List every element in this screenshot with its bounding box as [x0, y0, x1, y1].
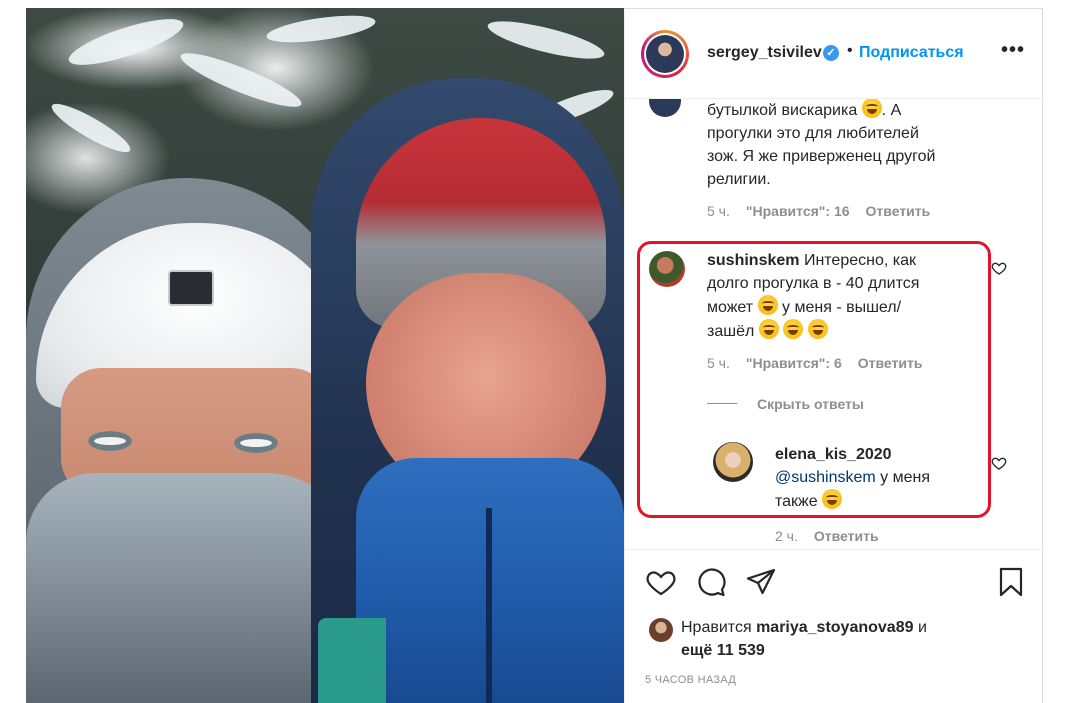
laughing-emoji-icon — [783, 319, 804, 339]
laughing-emoji-icon — [861, 99, 882, 118]
reply-button[interactable]: Ответить — [858, 355, 923, 371]
divider-line — [707, 403, 737, 404]
mention-link[interactable]: @sushinskem — [775, 469, 876, 486]
post-actions: Нравится mariya_stoyanova89 и ещё 11 539… — [625, 549, 1044, 703]
hat-logo — [168, 270, 214, 306]
comment-line: у меня - вышел/ — [782, 299, 902, 316]
comment-username[interactable]: sushinskem — [707, 252, 799, 269]
verified-badge-icon: ✓ — [823, 45, 839, 61]
comment-avatar[interactable] — [713, 442, 753, 482]
hide-replies-button[interactable]: Скрыть ответы — [757, 396, 864, 412]
separator-dot: • — [847, 42, 853, 59]
comment-time[interactable]: 2 ч. — [775, 528, 798, 544]
comment-time[interactable]: 5 ч. — [707, 355, 730, 371]
comment-line: религии. — [707, 171, 771, 188]
comment-meta: 2 ч. Ответить — [775, 528, 879, 544]
comment-line: зож. Я же приверженец другой — [707, 148, 936, 165]
comment-time[interactable]: 5 ч. — [707, 203, 730, 219]
comment-line: . А — [881, 102, 902, 119]
author-avatar[interactable] — [641, 30, 689, 78]
comment-like-icon[interactable] — [991, 260, 1007, 276]
comment-line: зашёл — [707, 323, 755, 340]
comment-text: elena_kis_2020 @sushinskem у меня также — [775, 443, 995, 513]
comment-meta: 5 ч. "Нравится": 16 Ответить — [707, 203, 930, 219]
more-options-icon[interactable]: ••• — [1001, 39, 1025, 62]
grinning-sweat-emoji-icon — [757, 295, 778, 315]
laughing-emoji-icon — [822, 489, 843, 509]
author-username[interactable]: sergey_tsivilev — [707, 44, 822, 62]
comment-meta: 5 ч. "Нравится": 6 Ответить — [707, 355, 922, 371]
comment-text: бутылкой вискарика . А прогулки это для … — [707, 99, 997, 191]
comment-line: также — [775, 493, 818, 510]
comment-likes[interactable]: "Нравится": 6 — [746, 355, 842, 371]
likes-count[interactable]: ещё 11 539 — [681, 642, 765, 659]
post-panel: sergey_tsivilev ✓ • Подписаться ••• буты… — [624, 8, 1044, 703]
comment-likes[interactable]: "Нравится": 16 — [746, 203, 850, 219]
heart-icon[interactable] — [645, 566, 677, 598]
share-icon[interactable] — [745, 566, 777, 598]
comment-avatar[interactable] — [649, 251, 685, 287]
comment-line: может — [707, 299, 754, 316]
reply-button[interactable]: Ответить — [866, 203, 931, 219]
comment-like-icon[interactable] — [991, 455, 1007, 471]
likes-conj: и — [917, 619, 927, 636]
liker-username[interactable]: mariya_stoyanova89 — [756, 619, 913, 636]
post-photo[interactable] — [26, 8, 624, 703]
likes-prefix: Нравится — [681, 619, 752, 636]
comment-line: долго прогулка в - 40 длится — [707, 275, 920, 292]
comment-icon[interactable] — [695, 566, 727, 598]
comment-avatar[interactable] — [649, 99, 681, 117]
follow-button[interactable]: Подписаться — [859, 44, 964, 62]
laughing-emoji-icon — [758, 319, 779, 339]
post-header: sergey_tsivilev ✓ • Подписаться ••• — [625, 9, 1044, 99]
comment-line: у меня — [880, 469, 931, 486]
comment-text: sushinskem Интересно, как долго прогулка… — [707, 249, 997, 343]
likes-summary: Нравится mariya_stoyanova89 и ещё 11 539 — [681, 616, 1021, 662]
post-timestamp[interactable]: 5 ЧАСОВ НАЗАД — [645, 674, 736, 686]
liker-avatar[interactable] — [649, 618, 673, 642]
comment-username[interactable]: elena_kis_2020 — [775, 446, 892, 463]
laughing-emoji-icon — [807, 319, 828, 339]
comment-line: Интересно, как — [803, 252, 916, 269]
bookmark-icon[interactable] — [995, 566, 1027, 598]
comment-line: прогулки это для любителей — [707, 125, 919, 142]
reply-button[interactable]: Ответить — [814, 528, 879, 544]
comments-list[interactable]: бутылкой вискарика . А прогулки это для … — [625, 99, 1044, 549]
comment-line: бутылкой вискарика — [707, 102, 858, 119]
